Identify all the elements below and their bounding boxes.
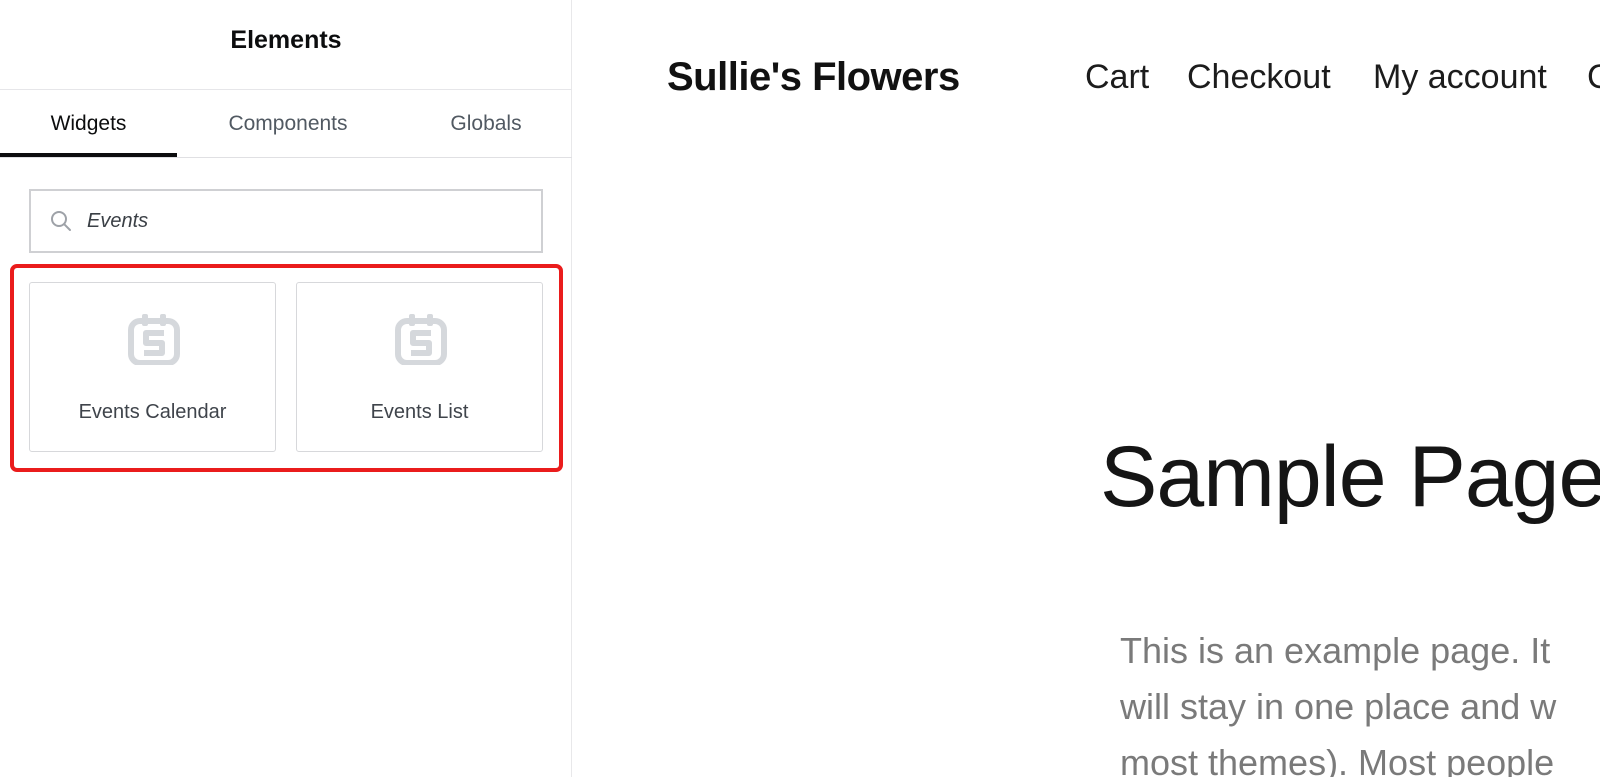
nav-cart[interactable]: Cart [1085,58,1149,97]
widget-events-calendar[interactable]: Events Calendar [29,282,276,452]
widget-label: Events Calendar [78,401,227,423]
panel-title: Elements [230,26,342,54]
page-body: This is an example page. It will stay in… [1120,623,1600,777]
body-line: This is an example page. It [1120,630,1551,671]
tab-widgets[interactable]: Widgets [0,90,177,158]
calendar-icon [395,314,447,365]
search-icon [51,211,71,231]
body-line: most themes). Most people [1120,742,1555,777]
search-input[interactable] [87,201,527,241]
site-preview: Sullie's Flowers Cart Checkout My accoun… [573,0,1600,777]
body-line: will stay in one place and w [1120,686,1557,727]
site-title[interactable]: Sullie's Flowers [667,55,960,100]
widget-events-list[interactable]: Events List [296,282,543,452]
page-heading: Sample Page [1100,429,1600,525]
search-field[interactable] [29,189,543,253]
tab-globals[interactable]: Globals [400,90,572,158]
nav-item-cut[interactable]: C [1587,58,1600,97]
nav-checkout[interactable]: Checkout [1187,58,1331,97]
active-tab-indicator [0,153,177,157]
widget-label: Events List [370,401,469,423]
tab-components[interactable]: Components [188,90,388,158]
elements-panel: Elements Widgets Components Globals Even… [0,0,572,777]
panel-tabs: Widgets Components Globals [0,90,572,158]
nav-my-account[interactable]: My account [1373,58,1547,97]
calendar-icon [128,314,180,365]
